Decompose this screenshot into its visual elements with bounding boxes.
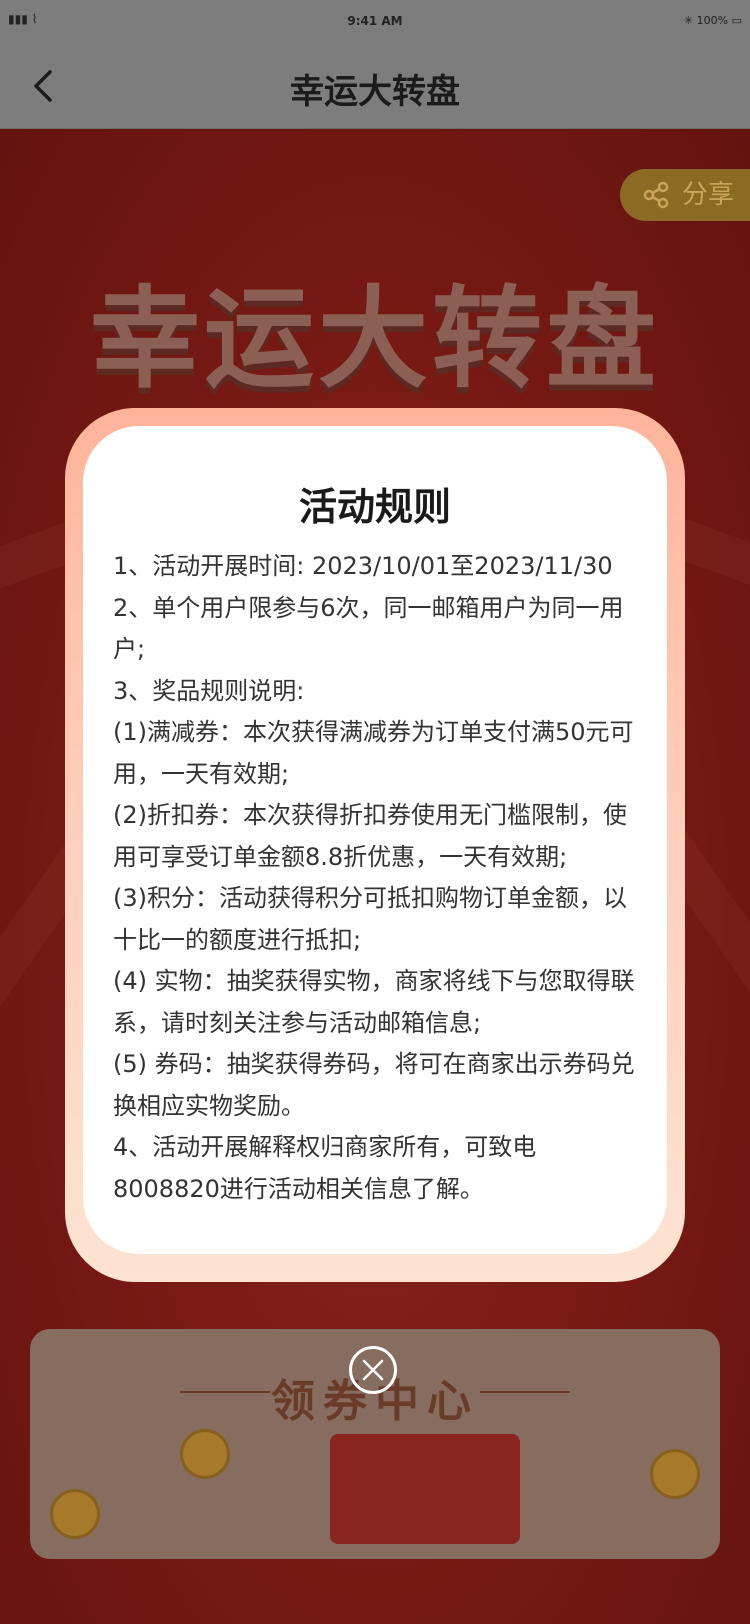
rule-item: (4) 实物：抽奖获得实物，商家将线下与您取得联系，请时刻关注参与活动邮箱信息; [113,967,635,1037]
rules-text: 1、活动开展时间: 2023/10/01至2023/11/30 2、单个用户限参… [113,546,643,1210]
rule-item: (1)满减券：本次获得满减券为订单支付满50元可用，一天有效期; [113,718,634,788]
rule-item: (3)积分：活动获得积分可抵扣购物订单金额，以十比一的额度进行抵扣; [113,884,627,954]
close-icon [362,1359,384,1381]
rule-item: 3、奖品规则说明: [113,676,305,705]
rule-item: (2)折扣券：本次获得折扣券使用无门槛限制，使用可享受订单金额8.8折优惠，一天… [113,801,627,871]
rule-item: (5) 券码：抽奖获得券码，将可在商家出示券码兑换相应实物奖励。 [113,1050,635,1120]
rule-item: 1、活动开展时间: 2023/10/01至2023/11/30 [113,552,613,580]
modal-title: 活动规则 [298,485,451,529]
close-button[interactable] [349,1346,397,1394]
rules-modal: 活动规则 1、活动开展时间: 2023/10/01至2023/11/30 2、单… [65,408,685,1282]
rules-modal-card: 活动规则 1、活动开展时间: 2023/10/01至2023/11/30 2、单… [83,426,667,1254]
rule-item: 4、活动开展解释权归商家所有，可致电8008820进行活动相关信息了解。 [113,1133,537,1203]
rule-item: 2、单个用户限参与6次，同一邮箱用户为同一用户; [113,593,624,664]
